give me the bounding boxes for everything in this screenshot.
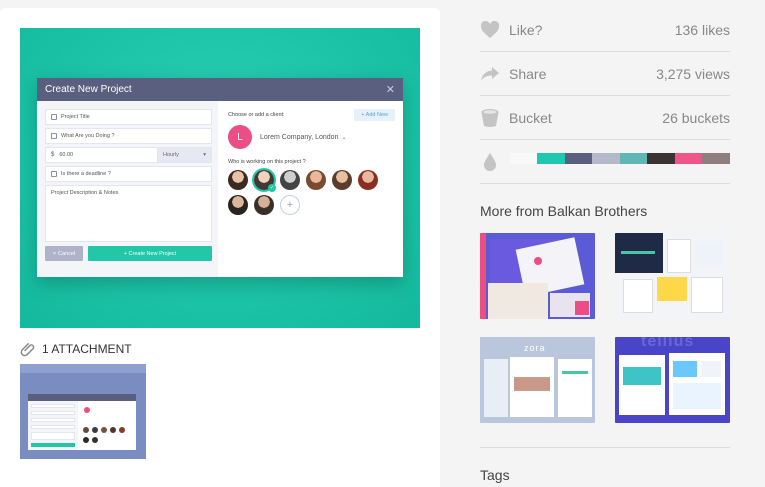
avatar — [228, 170, 248, 190]
project-title-field: Project Title — [45, 109, 212, 125]
shot-thumbnail-1[interactable] — [480, 233, 595, 319]
notes-placeholder: Project Description & Notes — [51, 190, 119, 196]
views-count: 3,275 views — [656, 66, 730, 82]
swatch-2[interactable] — [537, 153, 565, 164]
add-member-icon: + — [280, 195, 300, 215]
share-row[interactable]: Share 3,275 views — [480, 53, 730, 96]
client-avatar: L — [228, 125, 252, 149]
client-name: Lorem Company, London — [260, 133, 339, 141]
avatar — [332, 170, 352, 190]
currency-symbol: $ — [51, 152, 55, 158]
what-doing-placeholder: What Are you Doing ? — [61, 133, 115, 139]
chevron-down-icon: ▾ — [203, 152, 206, 158]
avatar — [358, 170, 378, 190]
likes-count: 136 likes — [674, 22, 730, 38]
amount-value: 60.00 — [59, 152, 74, 158]
share-label: Share — [509, 66, 547, 82]
modal-title: Create New Project — [45, 84, 132, 95]
heart-icon — [480, 20, 500, 40]
swatch-7[interactable] — [675, 153, 702, 164]
swatch-3[interactable] — [565, 153, 592, 164]
client-selector: L Lorem Company, London ⌄ — [228, 125, 395, 149]
avatar — [280, 170, 300, 190]
rate-value: Hourly — [163, 152, 179, 158]
bucket-icon — [480, 108, 500, 128]
share-arrow-icon — [480, 64, 500, 84]
tags-title: Tags — [480, 467, 510, 483]
likes-row[interactable]: Like? 136 likes — [480, 9, 730, 52]
avatar-selected: ✓ — [254, 170, 276, 192]
what-doing-field: What Are you Doing ? — [45, 128, 212, 144]
create-project-modal: Create New Project ✕ Project Title What … — [37, 78, 403, 277]
avatar — [228, 195, 248, 215]
modal-header: Create New Project ✕ — [37, 78, 403, 101]
droplet-icon — [480, 152, 500, 172]
notes-field: Project Description & Notes — [45, 185, 212, 242]
team-avatars: ✓ + — [228, 170, 388, 215]
add-new-button: + Add New — [354, 109, 395, 121]
choose-client-label: Choose or add a client: — [228, 112, 285, 118]
who-working-label: Who is working on this project ? — [228, 159, 306, 165]
attachment-count: 1 ATTACHMENT — [42, 342, 132, 356]
shot-thumbnail-4[interactable]: tellius — [615, 337, 730, 423]
project-title-placeholder: Project Title — [61, 114, 90, 120]
swatch-4[interactable] — [592, 153, 620, 164]
bucket-row[interactable]: Bucket 26 buckets — [480, 97, 730, 140]
modal-client-panel: Choose or add a client: + Add New L Lore… — [218, 101, 403, 277]
shot-image[interactable]: Create New Project ✕ Project Title What … — [20, 28, 420, 328]
cancel-button: × Cancel — [45, 246, 83, 261]
swatch-1[interactable] — [510, 153, 537, 164]
avatar — [306, 170, 326, 190]
attachment-thumbnail[interactable] — [20, 364, 146, 459]
rate-select: Hourly ▾ — [158, 147, 212, 163]
shot-thumbnail-2[interactable] — [615, 233, 730, 319]
more-from-title: More from Balkan Brothers — [480, 203, 648, 219]
buckets-count: 26 buckets — [662, 110, 730, 126]
thumb-topbar — [20, 364, 146, 373]
thumb-modal — [28, 394, 136, 450]
bucket-label: Bucket — [509, 110, 552, 126]
paperclip-icon — [20, 343, 35, 357]
close-icon: ✕ — [385, 84, 395, 96]
deadline-field: Is there a deadline ? — [45, 166, 212, 182]
create-project-button: + Create New Project — [88, 246, 212, 261]
chevron-down-icon: ⌄ — [341, 134, 347, 141]
avatar — [254, 195, 274, 215]
edit-icon — [51, 133, 57, 139]
shot-card: Create New Project ✕ Project Title What … — [0, 8, 440, 487]
likes-label: Like? — [509, 22, 543, 38]
shot-thumbnail-3[interactable]: zora — [480, 337, 595, 423]
deadline-placeholder: Is there a deadline ? — [61, 171, 111, 177]
color-palette — [510, 153, 730, 164]
document-icon — [51, 114, 57, 120]
swatch-6[interactable] — [647, 153, 675, 164]
check-icon: ✓ — [268, 184, 276, 192]
calendar-icon — [51, 171, 57, 177]
section-divider — [480, 447, 730, 448]
amount-field: $ 60.00 — [45, 147, 158, 163]
swatch-5[interactable] — [620, 153, 647, 164]
x-icon: × — [52, 250, 57, 257]
modal-form: Project Title What Are you Doing ? $ 60.… — [37, 101, 218, 277]
swatch-8[interactable] — [702, 153, 730, 164]
cancel-label: Cancel — [58, 250, 76, 257]
attachments-header: 1 ATTACHMENT — [20, 341, 132, 357]
